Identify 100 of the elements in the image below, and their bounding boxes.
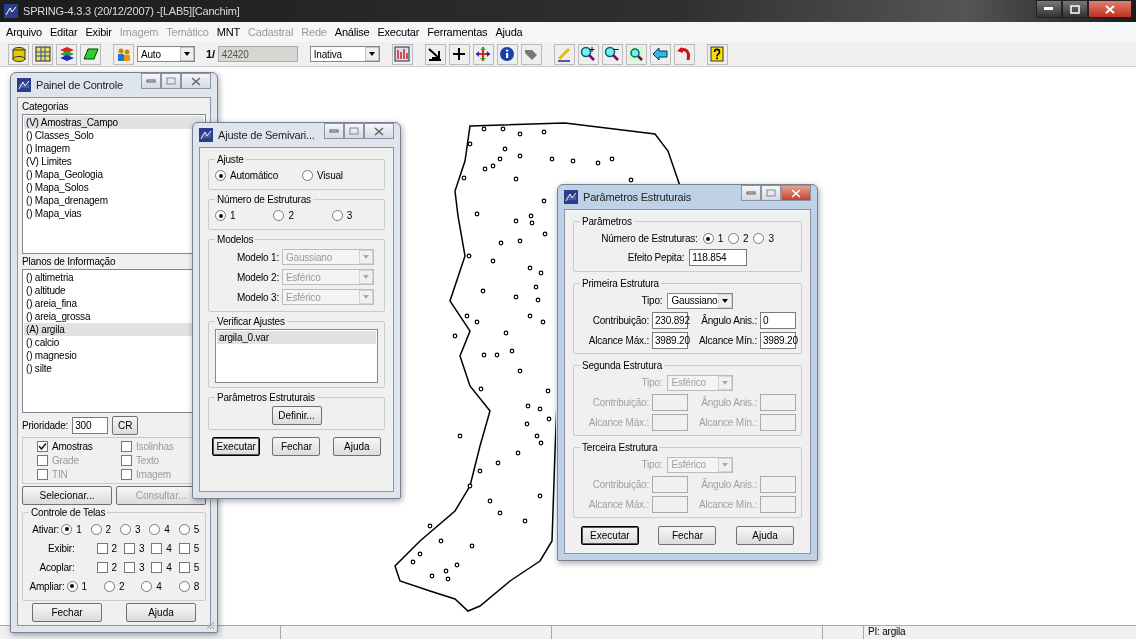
radio-button[interactable] [90, 523, 102, 535]
maximize-icon [766, 189, 776, 197]
radio-button[interactable] [103, 580, 115, 592]
list-item[interactable]: (V) Amostras_Campo [24, 116, 204, 129]
radio-button[interactable] [331, 210, 343, 221]
toolbar-button[interactable] [601, 43, 623, 65]
toolbar-button[interactable] [8, 43, 29, 65]
menu-item[interactable]: Exibir [85, 26, 112, 38]
radio-button[interactable] [215, 210, 226, 221]
radio-button[interactable] [273, 210, 285, 221]
radio-label: 2 [288, 210, 294, 221]
caret-icon [359, 250, 373, 264]
menu-item[interactable]: Ferramentas [427, 26, 488, 38]
checkbox[interactable] [37, 440, 48, 452]
checkbox[interactable] [96, 561, 108, 573]
zoom-dropdown[interactable]: Auto [137, 46, 195, 62]
dialog-button[interactable]: Fechar [32, 602, 102, 622]
radio-button[interactable] [702, 233, 714, 244]
close-button[interactable] [1088, 0, 1132, 18]
radio-button[interactable] [753, 233, 765, 244]
grid-icon [34, 46, 51, 62]
toolbar-button[interactable] [577, 43, 599, 65]
radio-button[interactable] [728, 233, 739, 244]
zoom-icon [628, 46, 645, 62]
type-label: Tipo: [641, 459, 663, 470]
pencil-icon [556, 46, 573, 62]
min-range-field[interactable]: 3989.20 [760, 332, 796, 349]
radio-button[interactable] [215, 170, 226, 181]
radio-button[interactable] [178, 580, 190, 592]
checkbox[interactable] [123, 561, 135, 573]
priority-field[interactable]: 300 [72, 416, 109, 434]
group-title: Terceira Estrutura [581, 442, 659, 453]
dialog-button[interactable]: Executar [580, 526, 639, 545]
radio-label: 1 [717, 233, 723, 244]
angle-field[interactable]: 0 [760, 312, 796, 329]
toolbar-button[interactable] [625, 43, 647, 65]
dialog-button[interactable]: Ajuda [736, 526, 795, 545]
minimize-button[interactable] [1036, 0, 1062, 18]
menu-item[interactable]: Arquivo [6, 26, 42, 38]
dialog-button[interactable]: Executar [212, 436, 261, 456]
toolbar-button[interactable] [56, 43, 77, 65]
select-button[interactable]: Selecionar... [22, 485, 112, 505]
radio-label: 3 [134, 523, 141, 535]
toolbar-button[interactable] [496, 43, 518, 65]
toolbar-button[interactable] [472, 43, 494, 65]
app-icon [199, 128, 213, 142]
scale-prefix: 1/ [206, 48, 215, 60]
resize-grip-icon [205, 620, 215, 630]
caret-icon [359, 290, 373, 304]
checkbox[interactable] [151, 561, 163, 573]
list-label: Categorias [22, 101, 70, 112]
checkbox-label: 2 [111, 561, 117, 573]
toolbar-button[interactable] [80, 43, 101, 65]
menu-item[interactable]: Executar [377, 26, 420, 38]
checkbox[interactable] [178, 561, 190, 573]
chart-icon [394, 46, 411, 62]
zoom-out-icon [604, 46, 621, 62]
toolbar-button[interactable] [448, 43, 470, 65]
dialog-button[interactable]: Ajuda [126, 602, 196, 622]
scale-field[interactable]: 42420 [217, 46, 298, 62]
checkbox[interactable] [96, 542, 108, 554]
radio-button[interactable] [119, 523, 131, 535]
checkbox-label: Amostras [52, 440, 93, 452]
radio-button[interactable] [141, 580, 153, 592]
mode-dropdown[interactable]: Inativa [309, 46, 380, 62]
group-title: Parâmetros [581, 216, 633, 227]
contribution-field[interactable]: 230.892 [652, 312, 688, 329]
checkbox[interactable] [123, 542, 135, 554]
checkbox[interactable] [178, 542, 190, 554]
define-button[interactable]: Definir... [271, 405, 322, 425]
arrow-left-icon [652, 46, 669, 62]
caret-icon [180, 47, 194, 61]
max-range-field[interactable]: 3989.20 [652, 332, 688, 349]
radio-button[interactable] [302, 170, 314, 181]
nugget-field[interactable]: 118.854 [689, 249, 748, 266]
dialog-button[interactable]: Fechar [658, 526, 717, 545]
checkbox[interactable] [151, 542, 163, 554]
menu-item[interactable]: MNT [216, 26, 240, 38]
row-label: Acoplar: [38, 561, 76, 573]
maximize-button[interactable] [1062, 0, 1088, 18]
radio-button[interactable] [66, 580, 78, 592]
toolbar-button[interactable] [649, 43, 671, 65]
toolbar-button[interactable] [424, 43, 446, 65]
radio-label: 1 [81, 580, 87, 592]
cr-button[interactable]: CR [112, 415, 139, 435]
menu-item[interactable]: Análise [334, 26, 370, 38]
dialog-button[interactable]: Ajuda [332, 436, 381, 456]
toolbar-button[interactable] [706, 43, 728, 65]
list-item[interactable]: argila_0.var [217, 331, 376, 344]
dialog-button[interactable]: Fechar [272, 436, 321, 456]
menu-item[interactable]: Ajuda [495, 26, 523, 38]
radio-button[interactable] [149, 523, 161, 535]
checkbox-label: Texto [136, 454, 159, 466]
contribution-label: Contribuição: [591, 397, 649, 408]
min-range-label: Alcance Mín.: [698, 417, 757, 428]
type-dropdown[interactable]: Gaussiano [667, 292, 734, 309]
radio-button[interactable] [61, 523, 73, 535]
model-label: Modelo 2: [236, 271, 279, 283]
radio-button[interactable] [178, 523, 190, 535]
menu-item[interactable]: Editar [49, 26, 78, 38]
